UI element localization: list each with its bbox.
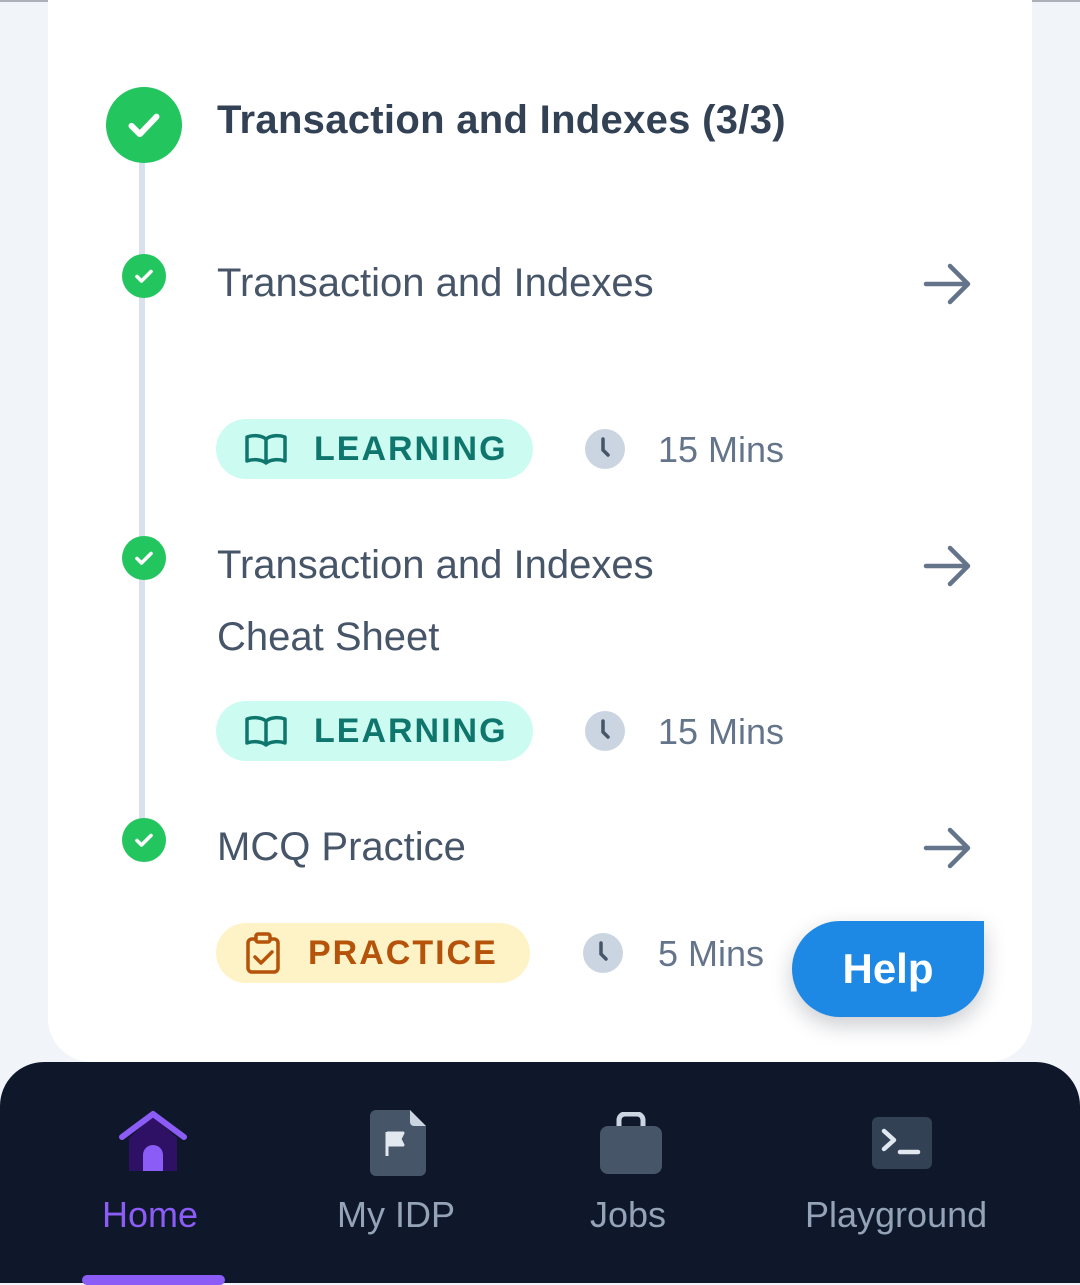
duration: 15 Mins [658, 429, 785, 470]
briefcase-icon [600, 1112, 662, 1174]
book-open-icon [245, 715, 287, 747]
section-complete-check-icon [106, 87, 182, 163]
clock-icon [583, 933, 623, 973]
active-tab-indicator [82, 1275, 225, 1285]
item-complete-check-icon [122, 818, 166, 862]
clock-icon [585, 711, 625, 751]
terminal-icon [872, 1117, 932, 1169]
nav-item-playground[interactable]: Playground [744, 1062, 1080, 1283]
bottom-nav: Home My IDP Jobs Playground [0, 1062, 1080, 1285]
item-title[interactable]: Transaction and Indexes [217, 247, 677, 319]
practice-badge: PRACTICE [216, 923, 530, 983]
section-title: Transaction and Indexes (3/3) [217, 98, 786, 142]
arrow-right-icon[interactable] [920, 260, 976, 308]
item-complete-check-icon [122, 536, 166, 580]
badge-label: PRACTICE [308, 933, 498, 972]
nav-item-my-idp[interactable]: My IDP [306, 1062, 522, 1283]
nav-item-home[interactable]: Home [0, 1062, 306, 1283]
badge-label: LEARNING [314, 429, 508, 468]
nav-label-my-idp: My IDP [337, 1194, 456, 1235]
item-complete-check-icon [122, 254, 166, 298]
home-icon [119, 1111, 187, 1171]
duration: 15 Mins [658, 711, 785, 752]
duration: 5 Mins [658, 933, 765, 974]
nav-label-jobs: Jobs [590, 1194, 667, 1235]
help-button[interactable]: Help [792, 921, 984, 1017]
learning-badge: LEARNING [216, 419, 533, 479]
arrow-right-icon[interactable] [920, 824, 976, 872]
learning-badge: LEARNING [216, 701, 533, 761]
item-title[interactable]: MCQ Practice [217, 811, 677, 883]
document-flag-icon [370, 1110, 426, 1176]
badge-label: LEARNING [314, 711, 508, 750]
clock-icon [585, 429, 625, 469]
book-open-icon [245, 433, 287, 465]
item-title[interactable]: Transaction and Indexes Cheat Sheet [217, 529, 677, 673]
help-label: Help [842, 945, 934, 992]
nav-label-home: Home [102, 1194, 199, 1235]
nav-label-playground: Playground [805, 1194, 988, 1235]
nav-item-jobs[interactable]: Jobs [522, 1062, 744, 1283]
arrow-right-icon[interactable] [920, 542, 976, 590]
clipboard-check-icon [246, 932, 280, 974]
